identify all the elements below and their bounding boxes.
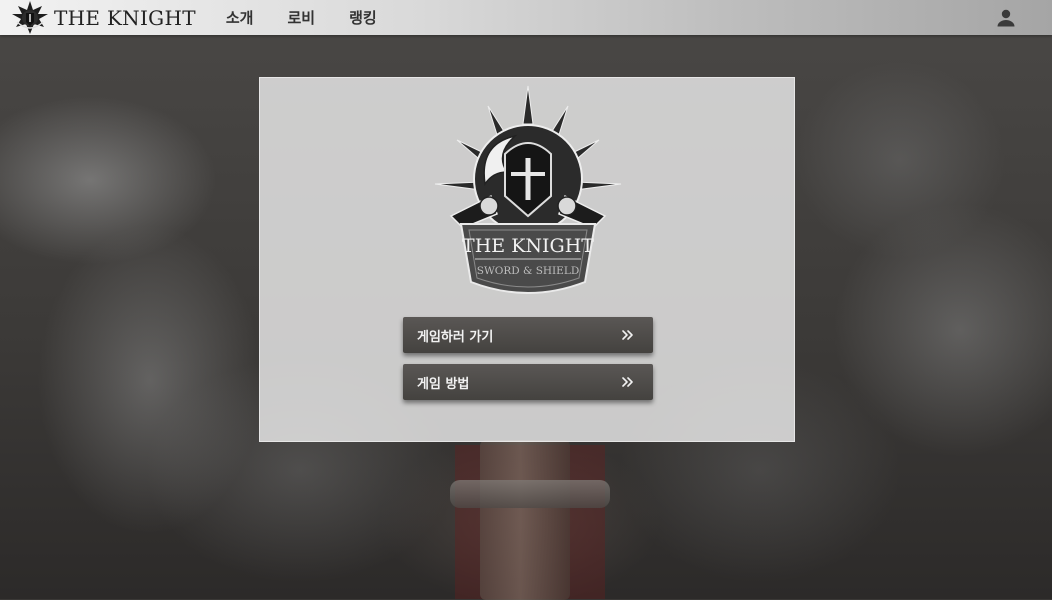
emblem-title: THE KNIGHT — [462, 235, 594, 257]
nav-item-lobby[interactable]: 로비 — [287, 7, 315, 28]
nav-menu: 소개 로비 랭킹 — [226, 7, 411, 28]
play-game-button[interactable]: 게임하러 가기 — [403, 317, 653, 353]
person-icon[interactable] — [994, 6, 1018, 30]
nav-item-ranking[interactable]: 랭킹 — [349, 7, 377, 28]
how-to-play-button[interactable]: 게임 방법 — [403, 364, 653, 400]
top-navbar: THE KNIGHT 소개 로비 랭킹 — [0, 0, 1052, 35]
background-sword — [480, 440, 570, 600]
emblem-subtitle: SWORD & SHIELD — [477, 265, 580, 277]
play-game-label: 게임하러 가기 — [417, 329, 494, 345]
double-chevron-right-icon — [622, 330, 633, 340]
nav-item-intro[interactable]: 소개 — [226, 7, 254, 28]
main-panel: THE KNIGHT SWORD & SHIELD 게임하러 가기 게임 방법 — [259, 77, 795, 442]
background-sword-guard — [450, 480, 610, 508]
double-chevron-right-icon — [622, 377, 633, 387]
the-knight-emblem: THE KNIGHT SWORD & SHIELD — [434, 85, 622, 294]
knight-logo-icon — [12, 1, 48, 34]
how-to-play-label: 게임 방법 — [417, 376, 470, 392]
brand-title: THE KNIGHT — [54, 5, 196, 30]
brand-home-link[interactable]: THE KNIGHT — [10, 0, 196, 35]
